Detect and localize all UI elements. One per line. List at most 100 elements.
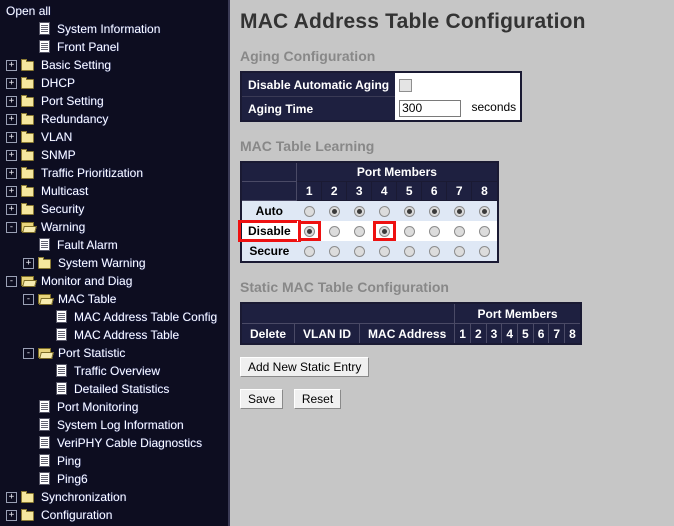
learning-cell-auto-port-7[interactable] bbox=[446, 200, 472, 221]
learning-cell-disable-port-4[interactable] bbox=[371, 221, 397, 241]
expand-icon[interactable]: + bbox=[6, 167, 17, 179]
radio-secure-port-2[interactable] bbox=[328, 246, 340, 258]
sidebar-item-system-information[interactable]: System Information bbox=[0, 20, 228, 38]
aging-time-input[interactable] bbox=[399, 99, 462, 117]
add-new-static-entry-button[interactable]: Add New Static Entry bbox=[240, 357, 370, 377]
radio-auto-port-8[interactable] bbox=[478, 206, 490, 218]
sidebar-item-synchronization[interactable]: + Synchronization bbox=[0, 488, 228, 506]
radio-disable-port-6[interactable] bbox=[428, 226, 440, 238]
radio-auto-port-2[interactable] bbox=[328, 206, 340, 218]
sidebar-item-ping6[interactable]: Ping6 bbox=[0, 470, 228, 488]
radio-auto-port-5[interactable] bbox=[403, 206, 415, 218]
radio-auto-port-7[interactable] bbox=[453, 206, 465, 218]
sidebar-item-ping[interactable]: Ping bbox=[0, 452, 228, 470]
learning-cell-auto-port-5[interactable] bbox=[396, 200, 422, 221]
learning-cell-secure-port-1[interactable] bbox=[296, 241, 322, 262]
expand-icon[interactable]: + bbox=[6, 203, 17, 215]
collapse-icon[interactable]: - bbox=[23, 347, 34, 359]
expand-icon[interactable]: + bbox=[6, 149, 17, 161]
sidebar-item-snmp[interactable]: + SNMP bbox=[0, 146, 228, 164]
navigation-sidebar[interactable]: Open all System Information Front Panel + Ba… bbox=[0, 0, 230, 526]
sidebar-item-redundancy[interactable]: + Redundancy bbox=[0, 110, 228, 128]
sidebar-item-mac-table[interactable]: - MAC Table bbox=[0, 290, 228, 308]
sidebar-item-system-warning[interactable]: + System Warning bbox=[0, 254, 228, 272]
learning-cell-auto-port-4[interactable] bbox=[371, 200, 397, 221]
radio-auto-port-4[interactable] bbox=[378, 206, 390, 218]
radio-disable-port-1[interactable] bbox=[303, 226, 315, 238]
learning-cell-auto-port-8[interactable] bbox=[471, 200, 498, 221]
radio-secure-port-5[interactable] bbox=[403, 246, 415, 258]
sidebar-item-detailed-statistics[interactable]: Detailed Statistics bbox=[0, 380, 228, 398]
learning-cell-secure-port-3[interactable] bbox=[346, 241, 372, 262]
expand-icon[interactable]: + bbox=[6, 131, 17, 143]
learning-cell-auto-port-6[interactable] bbox=[421, 200, 447, 221]
learning-cell-disable-port-3[interactable] bbox=[346, 221, 372, 241]
learning-cell-secure-port-7[interactable] bbox=[446, 241, 472, 262]
sidebar-item-warning[interactable]: - Warning bbox=[0, 218, 228, 236]
learning-cell-disable-port-8[interactable] bbox=[471, 221, 498, 241]
expand-icon[interactable]: + bbox=[6, 77, 17, 89]
sidebar-item-multicast[interactable]: + Multicast bbox=[0, 182, 228, 200]
radio-disable-port-7[interactable] bbox=[453, 226, 465, 238]
learning-cell-auto-port-1[interactable] bbox=[296, 200, 322, 221]
expand-icon[interactable]: + bbox=[6, 491, 17, 503]
expand-icon[interactable]: + bbox=[23, 257, 34, 269]
sidebar-item-front-panel[interactable]: Front Panel bbox=[0, 38, 228, 56]
learning-cell-secure-port-6[interactable] bbox=[421, 241, 447, 262]
sidebar-item-port-monitoring[interactable]: Port Monitoring bbox=[0, 398, 228, 416]
sidebar-item-fault-alarm[interactable]: Fault Alarm bbox=[0, 236, 228, 254]
sidebar-item-port-statistic[interactable]: - Port Statistic bbox=[0, 344, 228, 362]
radio-auto-port-1[interactable] bbox=[303, 206, 315, 218]
static-mac-table[interactable]: Port Members Delete VLAN ID MAC Address 1 2 3 4… bbox=[240, 302, 582, 345]
radio-disable-port-3[interactable] bbox=[353, 226, 365, 238]
sidebar-item-system-log-information[interactable]: System Log Information bbox=[0, 416, 228, 434]
reset-button[interactable]: Reset bbox=[293, 389, 342, 409]
sidebar-item-traffic-overview[interactable]: Traffic Overview bbox=[0, 362, 228, 380]
radio-secure-port-8[interactable] bbox=[478, 246, 490, 258]
learning-cell-disable-port-7[interactable] bbox=[446, 221, 472, 241]
save-button[interactable]: Save bbox=[240, 389, 284, 409]
collapse-icon[interactable]: - bbox=[6, 275, 17, 287]
sidebar-item-traffic-prioritization[interactable]: + Traffic Prioritization bbox=[0, 164, 228, 182]
learning-cell-secure-port-8[interactable] bbox=[471, 241, 498, 262]
radio-secure-port-7[interactable] bbox=[453, 246, 465, 258]
radio-disable-port-8[interactable] bbox=[478, 226, 490, 238]
learning-cell-secure-port-4[interactable] bbox=[371, 241, 397, 262]
collapse-icon[interactable]: - bbox=[6, 221, 17, 233]
expand-icon[interactable]: + bbox=[6, 113, 17, 125]
sidebar-item-monitor-and-diag[interactable]: - Monitor and Diag bbox=[0, 272, 228, 290]
radio-secure-port-1[interactable] bbox=[303, 246, 315, 258]
sidebar-item-security[interactable]: + Security bbox=[0, 200, 228, 218]
learning-cell-auto-port-2[interactable] bbox=[321, 200, 347, 221]
disable-automatic-aging-checkbox[interactable] bbox=[399, 78, 413, 92]
radio-auto-port-6[interactable] bbox=[428, 206, 440, 218]
expand-icon[interactable]: + bbox=[6, 95, 17, 107]
radio-disable-port-5[interactable] bbox=[403, 226, 415, 238]
expand-icon[interactable]: + bbox=[6, 185, 17, 197]
sidebar-item-port-setting[interactable]: + Port Setting bbox=[0, 92, 228, 110]
learning-cell-auto-port-3[interactable] bbox=[346, 200, 372, 221]
sidebar-item-dhcp[interactable]: + DHCP bbox=[0, 74, 228, 92]
collapse-icon[interactable]: - bbox=[23, 293, 34, 305]
radio-disable-port-4[interactable] bbox=[378, 226, 390, 238]
radio-auto-port-3[interactable] bbox=[353, 206, 365, 218]
learning-cell-disable-port-6[interactable] bbox=[421, 221, 447, 241]
sidebar-item-configuration[interactable]: + Configuration bbox=[0, 506, 228, 524]
radio-disable-port-2[interactable] bbox=[328, 226, 340, 238]
learning-cell-secure-port-5[interactable] bbox=[396, 241, 422, 262]
radio-secure-port-6[interactable] bbox=[428, 246, 440, 258]
sidebar-item-veriphy-cable-diagnostics[interactable]: VeriPHY Cable Diagnostics bbox=[0, 434, 228, 452]
radio-secure-port-4[interactable] bbox=[378, 246, 390, 258]
expand-icon[interactable]: + bbox=[6, 59, 17, 71]
expand-icon[interactable]: + bbox=[6, 509, 17, 521]
open-all-link[interactable]: Open all bbox=[0, 2, 228, 20]
learning-cell-secure-port-2[interactable] bbox=[321, 241, 347, 262]
learning-cell-disable-port-1[interactable] bbox=[296, 221, 322, 241]
radio-secure-port-3[interactable] bbox=[353, 246, 365, 258]
sidebar-item-mac-address-table-config[interactable]: MAC Address Table Config bbox=[0, 308, 228, 326]
sidebar-item-vlan[interactable]: + VLAN bbox=[0, 128, 228, 146]
sidebar-item-mac-address-table[interactable]: MAC Address Table bbox=[0, 326, 228, 344]
learning-cell-disable-port-2[interactable] bbox=[321, 221, 347, 241]
mac-table-learning-table[interactable]: Port Members 1 2 3 4 5 6 7 8 Auto Disable Secure bbox=[238, 161, 499, 263]
learning-cell-disable-port-5[interactable] bbox=[396, 221, 422, 241]
